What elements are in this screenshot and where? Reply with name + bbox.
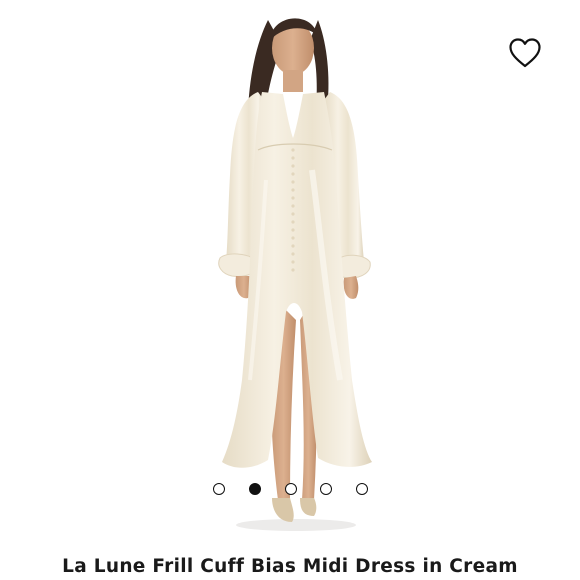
carousel-dot-1[interactable] xyxy=(213,483,225,495)
carousel-indicators xyxy=(0,483,580,497)
wishlist-heart-icon[interactable] xyxy=(508,37,542,69)
product-detail-screen: La Lune Frill Cuff Bias Midi Dress in Cr… xyxy=(0,0,580,580)
product-photo[interactable] xyxy=(0,0,580,540)
carousel-dot-2-active[interactable] xyxy=(249,483,261,495)
carousel-dot-4[interactable] xyxy=(320,483,332,495)
product-photo-illustration xyxy=(218,18,372,531)
carousel-dot-3[interactable] xyxy=(285,483,297,495)
heart-outline-icon xyxy=(509,38,541,68)
carousel-dot-5[interactable] xyxy=(356,483,368,495)
product-title: La Lune Frill Cuff Bias Midi Dress in Cr… xyxy=(62,556,518,577)
